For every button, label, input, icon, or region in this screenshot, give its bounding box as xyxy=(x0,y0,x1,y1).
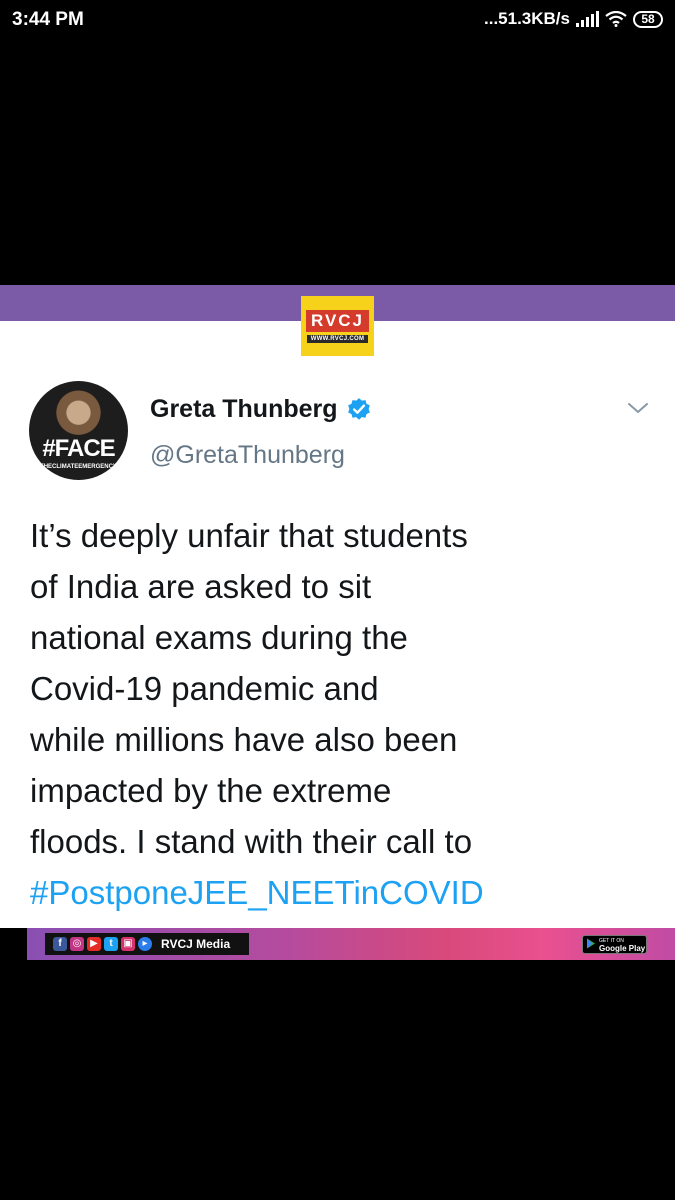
status-time: 3:44 PM xyxy=(12,9,84,30)
facebook-icon[interactable]: f xyxy=(53,937,67,951)
play-big-text: Google Play xyxy=(599,943,646,953)
rvcj-media-label: RVCJ Media xyxy=(161,937,231,951)
tweet-line: national exams during the xyxy=(30,619,408,656)
status-bar: 3:44 PM ...51.3KB/s 58 xyxy=(0,0,675,44)
footer-banner: f ◎ ▶ t ▣ ▸ RVCJ Media GET IT ON Google … xyxy=(27,928,675,960)
chevron-down-icon[interactable] xyxy=(626,400,650,421)
avatar-subtext: THECLIMATEEMERGENCY xyxy=(40,464,117,470)
logo-url: WWW.RVCJ.COM xyxy=(306,334,369,343)
tweet-line: Covid-19 pandemic and xyxy=(30,670,379,707)
verified-icon xyxy=(346,397,372,423)
author-name[interactable]: Greta Thunberg xyxy=(150,395,372,424)
tweet-text: It’s deeply unfair that students of Indi… xyxy=(30,510,650,918)
author-handle[interactable]: @GretaThunberg xyxy=(150,441,345,470)
wifi-icon xyxy=(605,11,627,27)
twitter-icon[interactable]: t xyxy=(104,937,118,951)
social-links: f ◎ ▶ t ▣ ▸ RVCJ Media xyxy=(45,933,249,955)
signal-icon xyxy=(576,11,599,27)
avatar[interactable]: #FACE THECLIMATEEMERGENCY xyxy=(29,381,128,480)
avatar-text: #FACE xyxy=(42,435,115,462)
status-indicators: ...51.3KB/s 58 xyxy=(484,9,663,29)
google-play-icon xyxy=(586,936,596,954)
logo-brand: RVCJ xyxy=(305,309,370,332)
author-name-text: Greta Thunberg xyxy=(150,395,338,423)
tweet-line: floods. I stand with their call to xyxy=(30,823,473,860)
tweet-line: while millions have also been xyxy=(30,721,458,758)
google-play-badge[interactable]: GET IT ON Google Play xyxy=(582,935,647,954)
tweet-line: impacted by the extreme xyxy=(30,772,392,809)
battery-icon: 58 xyxy=(633,10,663,28)
instagram-icon[interactable]: ◎ xyxy=(70,937,84,951)
hashtag-link[interactable]: #PostponeJEE_NEETinCOVID xyxy=(30,867,650,918)
play-icon[interactable]: ▸ xyxy=(138,937,152,951)
tweet-line: It’s deeply unfair that students xyxy=(30,517,468,554)
tweet-line: of India are asked to sit xyxy=(30,568,372,605)
network-speed: ...51.3KB/s xyxy=(484,9,570,28)
youtube-icon[interactable]: ▶ xyxy=(87,937,101,951)
rvcj-logo: RVCJ WWW.RVCJ.COM xyxy=(301,296,374,356)
app-icon[interactable]: ▣ xyxy=(121,937,135,951)
